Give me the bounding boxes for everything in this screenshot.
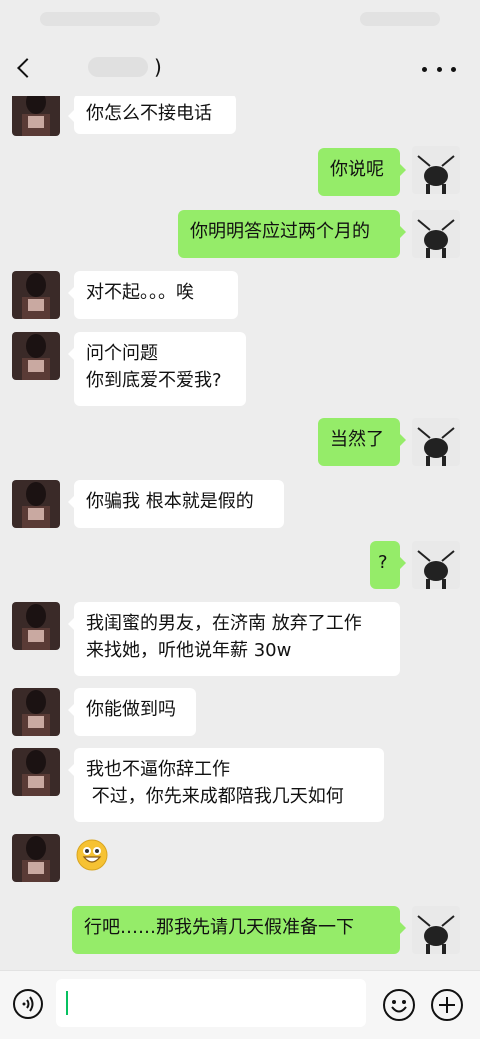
message-input[interactable] <box>56 979 366 1027</box>
avatar-contact-image <box>12 332 60 380</box>
avatar-contact-image <box>12 271 60 319</box>
avatar-self-image <box>412 146 460 194</box>
contact-name-blurred <box>88 57 148 77</box>
grinning-face-icon[interactable] <box>76 839 108 871</box>
message-bubble-sent[interactable]: 行吧……那我先请几天假准备一下 <box>72 906 406 954</box>
avatar-self[interactable] <box>412 418 460 466</box>
message-bubble-sent[interactable]: ? <box>370 541 406 589</box>
message-bubble-received[interactable]: 我闺蜜的男友，在济南 放弃了工作 来找她，听他说年薪 30w <box>68 602 400 676</box>
emoji-icon[interactable] <box>382 988 416 1022</box>
avatar-contact-image <box>12 748 60 796</box>
avatar-contact[interactable] <box>12 602 60 650</box>
message-bubble-received[interactable]: 我也不逼你辞工作 不过，你先来成都陪我几天如何 <box>68 748 384 822</box>
chat-header: ) <box>0 40 480 96</box>
avatar-contact[interactable] <box>12 332 60 380</box>
avatar-contact-image <box>12 602 60 650</box>
avatar-contact-image <box>12 834 60 882</box>
back-button[interactable] <box>10 54 40 84</box>
avatar-contact[interactable] <box>12 480 60 528</box>
avatar-self[interactable] <box>412 146 460 194</box>
avatar-contact-image <box>12 688 60 736</box>
message-bubble-received[interactable]: 你能做到吗 <box>68 688 196 736</box>
avatar-contact[interactable] <box>12 748 60 796</box>
chat-title: ) <box>154 55 162 79</box>
text-cursor <box>66 991 68 1015</box>
avatar-self[interactable] <box>412 541 460 589</box>
message-bubble-received[interactable]: 问个问题 你到底爱不爱我? <box>68 332 246 406</box>
avatar-contact-image <box>12 480 60 528</box>
avatar-contact[interactable] <box>12 834 60 882</box>
more-dot-icon <box>436 66 442 72</box>
avatar-self-image <box>412 541 460 589</box>
more-options-button[interactable] <box>422 54 456 84</box>
message-bubble-received[interactable]: 你骗我 根本就是假的 <box>68 480 284 528</box>
message-bubble-received[interactable]: 对不起。。。唉 <box>68 271 238 319</box>
plus-icon[interactable] <box>430 988 464 1022</box>
voice-icon[interactable] <box>12 988 44 1020</box>
message-bubble-sent[interactable]: 你明明答应过两个月的 <box>178 210 406 258</box>
avatar-contact[interactable] <box>12 271 60 319</box>
avatar-self[interactable] <box>412 210 460 258</box>
more-dot-icon <box>451 66 456 72</box>
message-bubble-received[interactable]: 你怎么不接电话 <box>68 94 236 134</box>
avatar-contact[interactable] <box>12 688 60 736</box>
message-bubble-sent[interactable]: 当然了 <box>318 418 406 466</box>
avatar-self-image <box>412 906 460 954</box>
avatar-self-image <box>412 418 460 466</box>
avatar-self-image <box>412 210 460 258</box>
chat-area[interactable]: 你怎么不接电话 你说呢 你明明答应过两个月的 对不起。。。唉 问个问题 你到底爱… <box>0 0 480 970</box>
chat-title-wrap: ) <box>88 52 162 82</box>
more-dot-icon <box>422 66 427 72</box>
avatar-self[interactable] <box>412 906 460 954</box>
input-bar <box>0 970 480 1039</box>
message-bubble-sent[interactable]: 你说呢 <box>318 148 406 196</box>
